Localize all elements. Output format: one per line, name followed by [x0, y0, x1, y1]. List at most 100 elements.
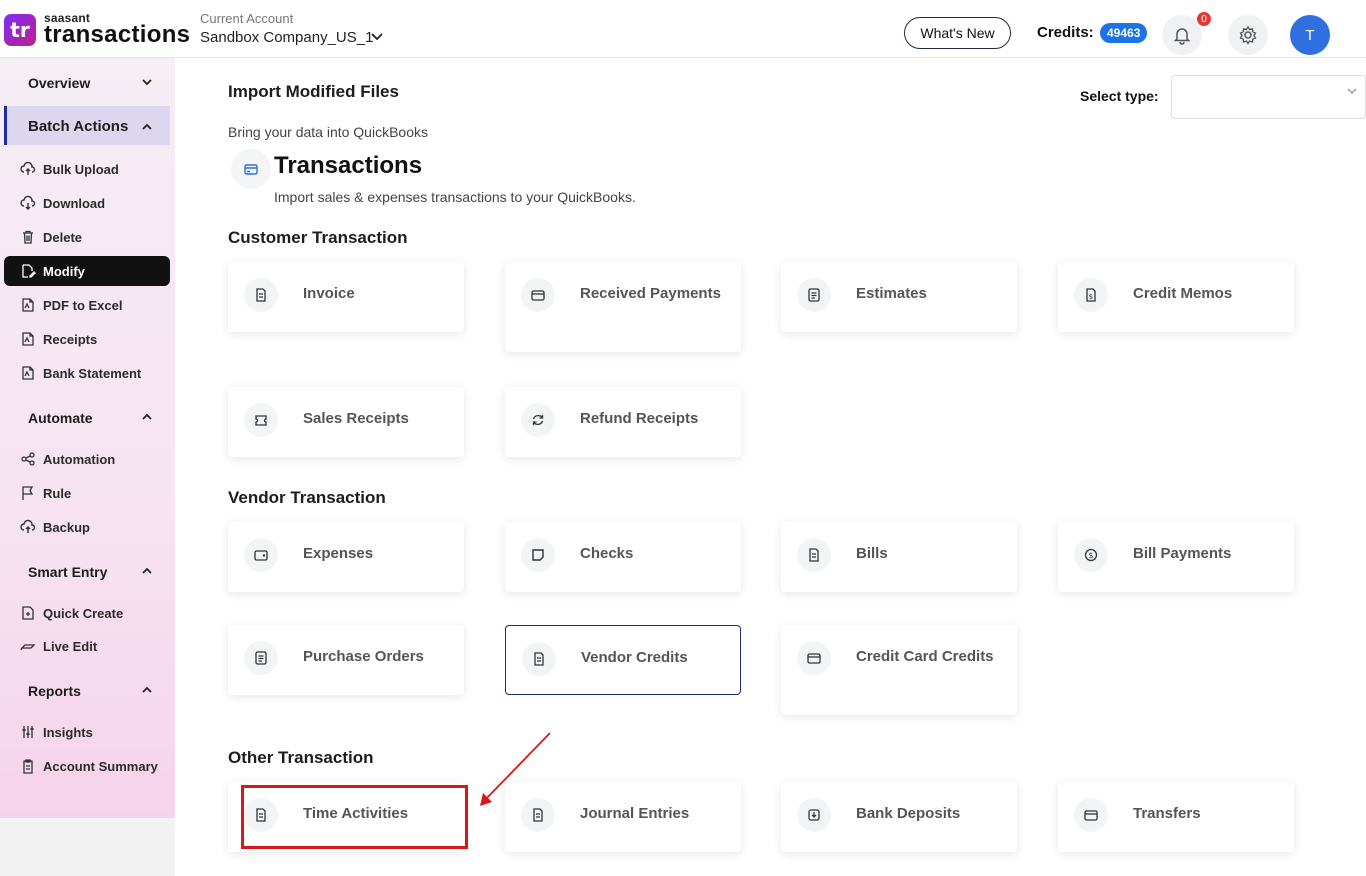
invoice-icon-wrap [244, 278, 278, 312]
card-label: Invoice [303, 285, 355, 302]
notifications-button[interactable] [1162, 15, 1202, 55]
chevron-down-icon[interactable] [370, 30, 384, 44]
page-title: Import Modified Files [228, 82, 399, 101]
customer-transaction-title: Customer Transaction [228, 228, 408, 247]
logo-product: transactions [44, 21, 191, 48]
chevron-up-icon[interactable] [141, 121, 153, 133]
check-square-icon [532, 549, 544, 561]
select-type-label: Select type: [1080, 88, 1159, 104]
card-label: Received Payments [580, 285, 721, 302]
sidebar-item-label: Bank Statement [43, 365, 142, 381]
cloud-upload-icon [20, 519, 36, 533]
chevron-down-icon[interactable] [1346, 85, 1358, 97]
sidebar-item-label: Modify [43, 263, 85, 279]
card-estimates[interactable]: Estimates [781, 262, 1017, 332]
card-received-payments[interactable]: Received Payments [505, 262, 741, 352]
card-label: Checks [580, 545, 634, 562]
refresh-icon [532, 414, 544, 426]
card-bank-deposits[interactable]: Bank Deposits [781, 782, 1017, 852]
sidebar-item-backup[interactable]: Backup [20, 517, 90, 537]
sidebar-section-smart-entry[interactable]: Smart Entry [28, 564, 107, 580]
page-subtitle: Bring your data into QuickBooks [228, 124, 428, 140]
card-credit-memos[interactable]: $ Credit Memos [1058, 262, 1294, 332]
sidebar-item-receipts[interactable]: Receipts [20, 329, 97, 349]
sidebar-item-insights[interactable]: Insights [20, 722, 93, 742]
sidebar-item-delete[interactable]: Delete [20, 227, 82, 247]
card-label: Estimates [856, 285, 927, 302]
sidebar-footer [0, 818, 175, 876]
wallet-icon [254, 550, 268, 561]
chevron-up-icon[interactable] [141, 565, 153, 577]
sidebar-item-label: Live Edit [43, 638, 98, 654]
card-bill-payments[interactable]: $ Bill Payments [1058, 522, 1294, 592]
share-nodes-icon [21, 452, 35, 466]
sidebar-item-rule[interactable]: Rule [20, 483, 71, 503]
card-label: Transfers [1133, 805, 1201, 822]
credit-card-icon [807, 653, 821, 664]
ticket-icon [255, 415, 267, 426]
card-vendor-credits[interactable]: Vendor Credits [505, 625, 741, 695]
bills-icon-wrap [797, 538, 831, 572]
card-label: Refund Receipts [580, 410, 699, 427]
chevron-up-icon[interactable] [141, 684, 153, 696]
sidebar-item-download[interactable]: Download [20, 193, 105, 213]
sidebar-item-quick-create[interactable]: Quick Create [20, 603, 123, 623]
credit-memo-icon-wrap: $ [1074, 278, 1108, 312]
account-selector[interactable]: Sandbox Company_US_1 [200, 29, 373, 46]
select-type-dropdown[interactable] [1171, 75, 1366, 119]
settings-button[interactable] [1228, 15, 1268, 55]
card-label: Bills [856, 545, 888, 562]
chevron-up-icon[interactable] [141, 411, 153, 423]
logo-icon: tr [4, 14, 36, 46]
pencil-icon [20, 644, 36, 651]
sidebar-item-label: Download [43, 195, 106, 211]
payment-icon [531, 290, 545, 301]
card-sales-receipts[interactable]: Sales Receipts [228, 387, 464, 457]
receipt-dollar-icon: $ [1086, 288, 1096, 302]
chevron-down-icon[interactable] [141, 76, 153, 88]
sidebar-item-account-summary[interactable]: Account Summary [20, 756, 158, 776]
purchase-order-icon-wrap [244, 641, 278, 675]
invoice-icon [809, 548, 819, 562]
sidebar-item-pdf-to-excel[interactable]: PDF to Excel [20, 295, 122, 315]
sidebar-item-bulk-upload[interactable]: Bulk Upload [20, 159, 119, 179]
card-credit-card-credits[interactable]: Credit Card Credits [781, 625, 1017, 715]
whats-new-button[interactable]: What's New [904, 17, 1011, 49]
card-refund-receipts[interactable]: Refund Receipts [505, 387, 741, 457]
cloud-download-icon [20, 195, 36, 210]
document-lines-icon [255, 651, 267, 665]
sidebar-item-label: PDF to Excel [43, 297, 123, 313]
sidebar-item-automation[interactable]: Automation [20, 449, 115, 469]
sidebar-item-bank-statement[interactable]: Bank Statement [20, 363, 141, 383]
card-invoice[interactable]: Invoice [228, 262, 464, 332]
card-label: Vendor Credits [581, 649, 688, 666]
sliders-icon [22, 726, 34, 738]
file-plus-icon [22, 606, 34, 620]
card-transfers[interactable]: Transfers [1058, 782, 1294, 852]
pdf-file-icon [22, 332, 34, 346]
sidebar-item-label: Automation [43, 451, 116, 467]
sidebar-item-label: Bulk Upload [43, 161, 119, 177]
card-icon [244, 164, 258, 175]
credits-badge: 49463 [1100, 23, 1148, 43]
sidebar-section-batch-actions[interactable]: Batch Actions [28, 118, 128, 135]
sidebar-item-label: Quick Create [43, 605, 124, 621]
cloud-upload-icon [20, 161, 36, 175]
annotation-arrow-icon [480, 732, 551, 806]
sidebar-section-reports[interactable]: Reports [28, 683, 81, 699]
sidebar-section-automate[interactable]: Automate [28, 410, 93, 426]
card-expenses[interactable]: Expenses [228, 522, 464, 592]
sidebar-section-overview[interactable]: Overview [28, 75, 90, 91]
sidebar-item-label: Insights [43, 724, 93, 740]
card-bills[interactable]: Bills [781, 522, 1017, 592]
sidebar-item-live-edit[interactable]: Live Edit [20, 636, 97, 656]
deposit-icon [808, 809, 820, 821]
card-label: Sales Receipts [303, 410, 409, 427]
credit-card-icon-wrap [797, 641, 831, 675]
card-label: Bill Payments [1133, 545, 1232, 562]
avatar[interactable]: T [1290, 15, 1330, 55]
card-purchase-orders[interactable]: Purchase Orders [228, 625, 464, 695]
card-checks[interactable]: Checks [505, 522, 741, 592]
sidebar-item-modify[interactable]: Modify [20, 261, 85, 281]
card-label: Credit Memos [1133, 285, 1233, 302]
